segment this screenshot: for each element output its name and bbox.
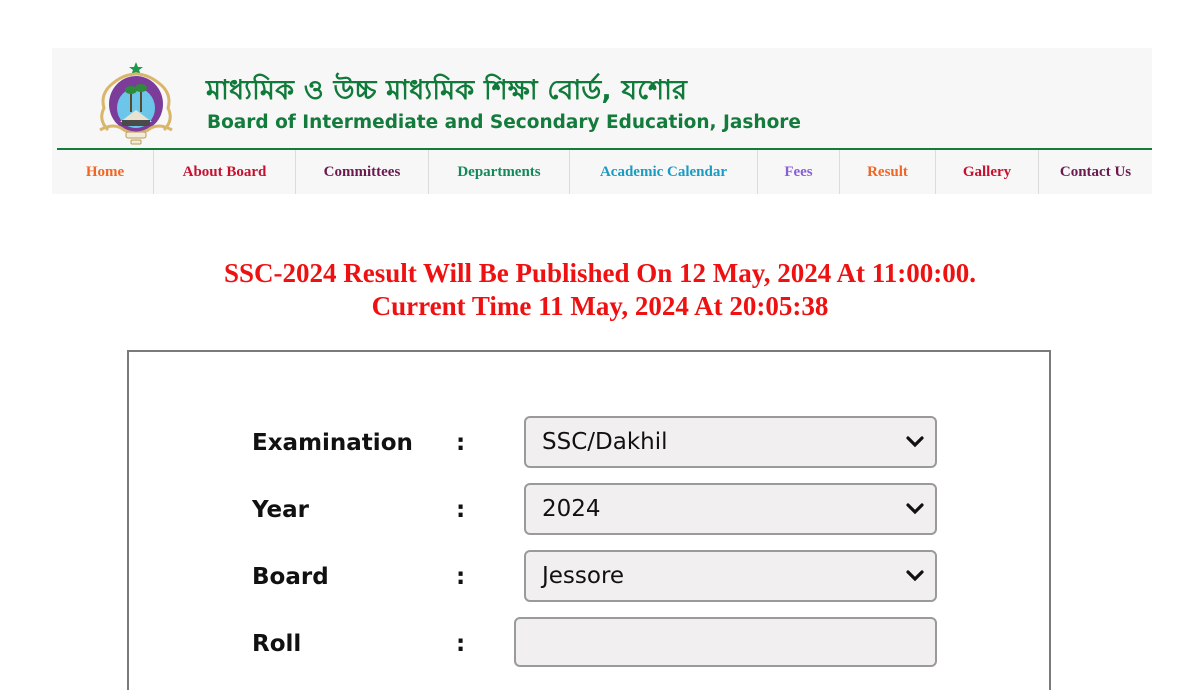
chevron-down-icon — [906, 436, 924, 448]
nav-academic-calendar[interactable]: Academic Calendar — [570, 150, 758, 194]
examination-label: Examination — [252, 430, 413, 456]
nav-result[interactable]: Result — [840, 150, 936, 194]
roll-label: Roll — [252, 631, 302, 657]
board-label: Board — [252, 564, 329, 590]
main-nav: Home About Board Committees Departments … — [57, 148, 1152, 194]
examination-row: Examination : SSC/Dakhil — [129, 416, 1049, 470]
board-title-bangla: মাধ্যমিক ও উচ্চ মাধ্যমিক শিক্ষা বোর্ড, য… — [206, 75, 688, 106]
year-selected-value: 2024 — [542, 496, 601, 522]
nav-departments[interactable]: Departments — [429, 150, 570, 194]
board-title-english: Board of Intermediate and Secondary Educ… — [207, 112, 801, 133]
publish-time-notice: SSC-2024 Result Will Be Published On 12 … — [223, 258, 977, 288]
board-select[interactable]: Jessore — [524, 550, 937, 602]
year-row: Year : 2024 — [129, 483, 1049, 537]
site-header: মাধ্যমিক ও উচ্চ মাধ্যমিক শিক্ষা বোর্ড, য… — [52, 48, 1152, 194]
examination-colon: : — [456, 430, 466, 456]
board-emblem-icon[interactable] — [94, 60, 178, 146]
roll-colon: : — [456, 631, 466, 657]
board-selected-value: Jessore — [542, 563, 625, 589]
chevron-down-icon — [906, 503, 924, 515]
nav-home[interactable]: Home — [57, 150, 154, 194]
year-label: Year — [252, 497, 310, 523]
nav-fees[interactable]: Fees — [758, 150, 840, 194]
board-colon: : — [456, 564, 466, 590]
nav-gallery[interactable]: Gallery — [936, 150, 1039, 194]
current-time-notice: Current Time 11 May, 2024 At 20:05:38 — [371, 291, 829, 321]
nav-committees[interactable]: Committees — [296, 150, 429, 194]
board-row: Board : Jessore — [129, 550, 1049, 604]
roll-row: Roll : — [129, 617, 1049, 671]
year-select[interactable]: 2024 — [524, 483, 937, 535]
chevron-down-icon — [906, 570, 924, 582]
result-search-form: Examination : SSC/Dakhil Year : 2024 Boa… — [127, 350, 1051, 690]
result-notice: SSC-2024 Result Will Be Published On 12 … — [0, 257, 1200, 323]
roll-input[interactable] — [514, 617, 937, 667]
nav-contact-us[interactable]: Contact Us — [1039, 150, 1152, 194]
examination-selected-value: SSC/Dakhil — [542, 429, 668, 455]
examination-select[interactable]: SSC/Dakhil — [524, 416, 937, 468]
nav-about-board[interactable]: About Board — [154, 150, 296, 194]
year-colon: : — [456, 497, 466, 523]
brand-banner: মাধ্যমিক ও উচ্চ মাধ্যমিক শিক্ষা বোর্ড, য… — [52, 48, 1152, 148]
